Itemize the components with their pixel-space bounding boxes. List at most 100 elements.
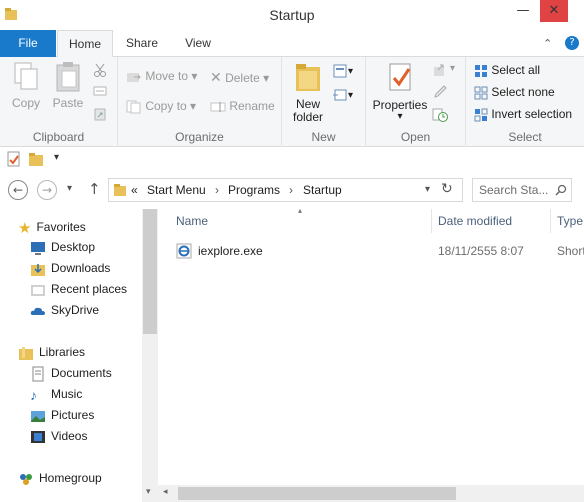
nav-item-downloads[interactable]: Downloads	[30, 261, 110, 281]
invert-selection-button[interactable]: Invert selection	[474, 107, 572, 122]
history-icon[interactable]	[432, 107, 448, 123]
chevron-down-icon: ▾	[263, 71, 270, 85]
column-separator[interactable]	[550, 209, 551, 233]
open-group-label: Open	[400, 130, 431, 144]
tab-home[interactable]: Home	[57, 30, 113, 58]
column-header-name[interactable]: Name	[176, 214, 208, 238]
address-row: ← → ▾ ↑ « Start Menu › Programs › Startu…	[0, 171, 584, 209]
file-type: Short	[557, 244, 584, 258]
minimize-button[interactable]: —	[509, 0, 537, 22]
star-icon: ★	[18, 220, 32, 237]
easy-access-button[interactable]: ▾	[332, 87, 353, 103]
nav-homegroup[interactable]: Homegroup	[18, 471, 102, 491]
new-folder-small-icon[interactable]	[28, 151, 44, 167]
search-icon[interactable]	[555, 184, 567, 196]
copy-path-icon[interactable]	[93, 85, 107, 97]
help-icon[interactable]: ?	[565, 36, 579, 50]
new-folder-icon	[296, 64, 320, 91]
search-box[interactable]	[472, 178, 572, 202]
breadcrumb-programs[interactable]: Programs	[228, 183, 280, 197]
select-all-button[interactable]: Select all	[474, 63, 540, 78]
move-to-label: Move to	[145, 69, 189, 83]
recent-locations-icon[interactable]: ▾	[67, 183, 72, 194]
delete-icon: ✕	[210, 69, 222, 85]
chevron-down-icon: ▾	[348, 66, 354, 78]
edit-icon[interactable]	[432, 85, 448, 99]
horizontal-scrollbar[interactable]: ◂	[158, 485, 584, 502]
sort-ascending-icon: ▴	[298, 206, 303, 215]
scrollbar-thumb[interactable]	[143, 209, 157, 334]
collapse-ribbon-icon[interactable]: ⌃	[543, 37, 552, 50]
breadcrumb-overflow[interactable]: «	[131, 183, 138, 197]
nav-item-pictures[interactable]: Pictures	[30, 408, 94, 428]
open-icon[interactable]	[432, 63, 448, 77]
navigation-scrollbar[interactable]: ▾	[142, 209, 158, 502]
move-to-icon	[127, 72, 141, 82]
refresh-icon[interactable]: ↻	[441, 181, 453, 197]
nav-item-documents[interactable]: Documents	[30, 366, 112, 386]
nav-item-skydrive[interactable]: SkyDrive	[30, 303, 99, 323]
move-to-button[interactable]: Move to ▾	[126, 69, 197, 84]
forward-button[interactable]: →	[37, 180, 57, 200]
select-group: Select all Select none Invert selection …	[466, 57, 584, 147]
documents-icon	[32, 366, 44, 382]
customize-toolbar-icon[interactable]: ▾	[54, 152, 59, 163]
nav-favorites[interactable]: ★ Favorites	[18, 219, 86, 239]
scroll-left-icon[interactable]: ◂	[163, 487, 168, 497]
tab-view[interactable]: View	[175, 30, 221, 57]
nav-libraries[interactable]: Libraries	[18, 345, 85, 365]
copy-button[interactable]: Copy	[6, 61, 46, 110]
rename-label: Rename	[229, 99, 275, 113]
scrollbar-thumb[interactable]	[178, 487, 456, 500]
tab-file[interactable]: File	[0, 30, 56, 57]
breadcrumb-startup[interactable]: Startup	[303, 183, 342, 197]
ribbon: Copy Paste Clipboard Move to ▾ ✕ Delete …	[0, 57, 584, 147]
breadcrumb-start-menu[interactable]: Start Menu	[147, 183, 206, 197]
copy-to-label: Copy to	[145, 99, 187, 113]
column-header-date-modified[interactable]: Date modified	[438, 214, 512, 238]
breadcrumb-separator[interactable]: ›	[215, 183, 219, 197]
music-icon: ♪	[30, 387, 37, 403]
navigation-pane: ★ Favorites Desktop Downloads Recent plac…	[0, 209, 158, 502]
window-title: Startup	[269, 7, 315, 23]
title-bar: Startup — ✕	[0, 0, 584, 30]
properties-button[interactable]: Properties ▾	[370, 61, 430, 122]
rename-button[interactable]: Rename	[210, 99, 275, 114]
select-none-label: Select none	[491, 85, 555, 99]
easy-access-icon	[333, 89, 347, 101]
select-none-button[interactable]: Select none	[474, 85, 555, 100]
copy-to-button[interactable]: Copy to ▾	[126, 99, 196, 114]
column-header-type[interactable]: Type	[557, 214, 583, 238]
paste-icon	[56, 62, 80, 92]
properties-small-icon[interactable]	[6, 151, 22, 167]
nav-item-recent-places[interactable]: Recent places	[30, 282, 127, 302]
breadcrumb-separator[interactable]: ›	[289, 183, 293, 197]
nav-item-desktop[interactable]: Desktop	[30, 240, 95, 260]
invert-selection-label: Invert selection	[491, 107, 573, 121]
new-folder-button[interactable]: New folder	[288, 61, 328, 124]
nav-item-recent-places-label: Recent places	[51, 282, 128, 297]
pictures-icon	[31, 411, 45, 422]
close-button[interactable]: ✕	[540, 0, 568, 22]
paste-button[interactable]: Paste	[48, 61, 88, 110]
paste-shortcut-icon[interactable]	[93, 107, 107, 121]
cut-icon[interactable]	[93, 63, 107, 77]
nav-item-music[interactable]: ♪ Music	[30, 387, 82, 407]
up-arrow-icon[interactable]: ↑	[88, 180, 101, 198]
search-input[interactable]	[479, 182, 551, 198]
chevron-down-icon: ▾	[191, 69, 198, 83]
scroll-down-icon[interactable]: ▾	[146, 487, 151, 497]
nav-item-videos[interactable]: Videos	[30, 429, 87, 449]
back-button[interactable]: ←	[8, 180, 28, 200]
select-all-icon	[475, 64, 487, 77]
column-separator[interactable]	[431, 209, 432, 233]
homegroup-icon	[20, 474, 32, 485]
address-dropdown-icon[interactable]: ▾	[425, 184, 430, 195]
downloads-icon	[31, 264, 45, 276]
file-date-modified: 18/11/2555 8:07	[438, 244, 524, 258]
address-bar[interactable]: « Start Menu › Programs › Startup ▾ ↻	[108, 178, 463, 202]
table-row[interactable]: iexplore.exe 18/11/2555 8:07 Short	[174, 241, 584, 261]
delete-button[interactable]: ✕ Delete ▾	[210, 69, 269, 86]
new-item-button[interactable]: ▾	[332, 63, 353, 79]
tab-share[interactable]: Share	[117, 30, 167, 57]
